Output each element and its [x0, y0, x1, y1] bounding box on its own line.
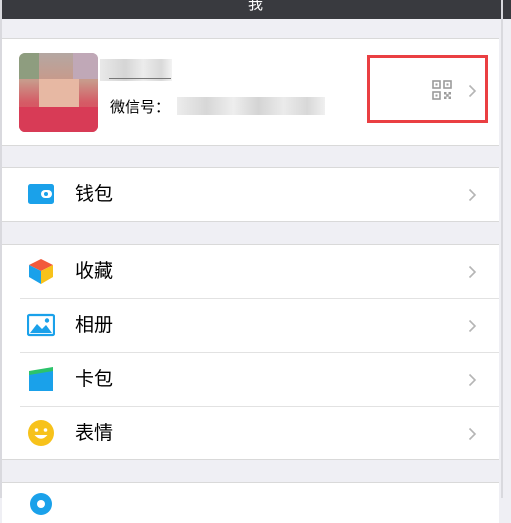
menu-item-label: 卡包	[75, 368, 114, 390]
chevron-right-icon	[468, 265, 477, 279]
menu-item-label: 相册	[75, 314, 114, 336]
wechat-id-blurred	[177, 97, 325, 115]
title-bar: 我	[0, 0, 511, 19]
chevron-right-icon	[468, 427, 477, 441]
chevron-right-icon	[468, 319, 477, 333]
avatar-mosaic	[19, 107, 98, 132]
avatar[interactable]	[19, 53, 98, 132]
profile-card[interactable]: 微信号：	[2, 38, 499, 146]
avatar-mosaic	[39, 79, 79, 107]
wallet-icon	[28, 184, 54, 204]
menu-item-label: 收藏	[75, 260, 114, 282]
photo-icon	[27, 313, 55, 337]
gear-icon	[30, 493, 52, 515]
chevron-right-icon	[468, 373, 477, 387]
wallet-group: 钱包	[2, 167, 499, 222]
page-title: 我	[247, 0, 263, 13]
settings-group	[2, 482, 499, 523]
nickname-underline	[109, 78, 171, 79]
avatar-mosaic	[73, 53, 98, 79]
card-icon	[29, 367, 53, 391]
highlight-annotation-box	[367, 55, 488, 123]
menu-item-label: 表情	[75, 422, 114, 444]
menu-item-wallet[interactable]: 钱包	[2, 168, 499, 221]
menu-item-cards[interactable]: 卡包	[2, 353, 499, 406]
chevron-right-icon	[468, 188, 477, 202]
menu-item-stickers[interactable]: 表情	[2, 407, 499, 460]
menu-item-favorites[interactable]: 收藏	[2, 245, 499, 298]
avatar-mosaic	[19, 53, 39, 79]
menu-item-label: 钱包	[75, 183, 114, 205]
menu-item-album[interactable]: 相册	[2, 299, 499, 352]
frame-edge-right	[501, 0, 503, 498]
features-group: 收藏 相册 卡包 表情	[2, 244, 499, 460]
smiley-icon	[28, 420, 54, 446]
cube-icon	[29, 259, 53, 284]
wechat-id-label: 微信号：	[110, 98, 171, 116]
